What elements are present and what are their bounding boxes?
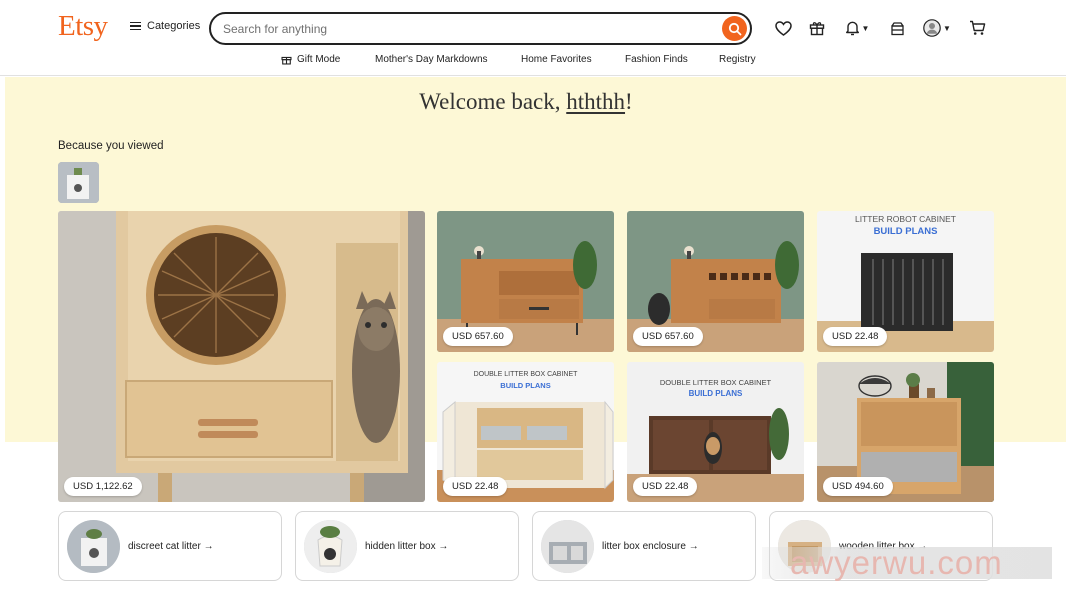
related-search-chip[interactable]: discreet cat litter → (58, 511, 282, 581)
notifications-button[interactable]: ▼ (840, 16, 874, 40)
avatar (923, 19, 941, 37)
cart-icon (969, 20, 985, 35)
welcome-prefix: Welcome back, (419, 89, 567, 114)
welcome-heading: Welcome back, hththh! (0, 89, 1052, 115)
etsy-logo[interactable]: Etsy (58, 10, 108, 43)
listing-card[interactable]: DOUBLE LITTER BOX CABINET BUILD PLANS US… (627, 362, 804, 502)
plan-subtitle: BUILD PLANS (500, 381, 551, 390)
categories-label: Categories (147, 20, 201, 32)
subnav-item-home-favorites[interactable]: Home Favorites (521, 54, 592, 65)
viewed-item-thumbnail[interactable] (58, 162, 99, 203)
chip-image (541, 520, 594, 573)
price-badge: USD 657.60 (633, 327, 703, 346)
chip-label: hidden litter box → (365, 541, 449, 552)
price-badge: USD 657.60 (443, 327, 513, 346)
plan-title: LITTER ROBOT CABINET (855, 214, 956, 224)
price-badge: USD 494.60 (823, 477, 893, 496)
hamburger-icon (130, 21, 141, 31)
listing-card[interactable]: USD 494.60 (817, 362, 994, 502)
search-bar (209, 12, 752, 45)
plan-subtitle: BUILD PLANS (873, 226, 938, 237)
price-badge: USD 1,122.62 (64, 477, 142, 496)
listing-card[interactable]: USD 1,122.62 (58, 211, 425, 502)
page: Etsy Categories Search for anything ▼ ▼ … (0, 0, 1066, 596)
plan-title: DOUBLE LITTER BOX CABINET (473, 371, 578, 378)
listing-image (58, 211, 425, 502)
search-button[interactable] (722, 16, 747, 41)
price-badge: USD 22.48 (633, 477, 698, 496)
heart-icon (774, 20, 792, 36)
listing-card[interactable]: LITTER ROBOT CABINET BUILD PLANS USD 22.… (817, 211, 994, 352)
sub-navigation: Gift Mode Mother's Day Markdowns Home Fa… (0, 52, 1066, 70)
watermark: awyerwu.com (762, 544, 1052, 581)
listing-card[interactable]: DOUBLE LITTER BOX CABINET BUILD PLANS US… (437, 362, 614, 502)
account-button[interactable]: ▼ (920, 16, 954, 40)
subnav-item-fashion-finds[interactable]: Fashion Finds (625, 54, 688, 65)
plan-subtitle: BUILD PLANS (688, 389, 743, 398)
gift-icon (809, 22, 825, 36)
subnav-item-registry[interactable]: Registry (719, 54, 756, 65)
cart-button[interactable] (965, 16, 989, 40)
categories-button[interactable]: Categories (130, 20, 200, 32)
gift-icon (281, 56, 292, 65)
plan-title: DOUBLE LITTER BOX CABINET (659, 378, 772, 387)
registry-icon (890, 21, 904, 35)
related-search-chip[interactable]: hidden litter box → (295, 511, 519, 581)
chip-label: discreet cat litter → (128, 541, 214, 552)
registry-button[interactable] (885, 16, 909, 40)
chevron-down-icon: ▼ (943, 23, 951, 33)
bell-icon (845, 21, 859, 36)
chevron-down-icon: ▼ (861, 23, 870, 33)
search-input[interactable] (223, 20, 703, 38)
because-you-viewed-label: Because you viewed (58, 140, 164, 152)
price-badge: USD 22.48 (823, 327, 888, 346)
username-link[interactable]: hththh (566, 89, 625, 114)
chip-image (304, 520, 357, 573)
price-badge: USD 22.48 (443, 477, 508, 496)
related-search-chip[interactable]: litter box enclosure → (532, 511, 756, 581)
watermark-text: awyerwu.com (790, 545, 1003, 581)
search-icon (728, 22, 741, 35)
listing-card[interactable]: USD 657.60 (437, 211, 614, 352)
listing-card[interactable]: USD 657.60 (627, 211, 804, 352)
chip-image (67, 520, 120, 573)
welcome-suffix: ! (625, 89, 633, 114)
gift-mode-button[interactable] (805, 16, 829, 40)
watermark-graphic: awyerwu.com (762, 544, 1052, 581)
subnav-item-gift-mode[interactable]: Gift Mode (281, 54, 340, 65)
site-header: Etsy Categories Search for anything ▼ ▼ … (0, 0, 1066, 76)
chip-label: litter box enclosure → (602, 541, 699, 552)
subnav-item-mothers-day[interactable]: Mother's Day Markdowns (375, 54, 488, 65)
favorites-button[interactable] (771, 16, 795, 40)
viewed-item-image (58, 162, 99, 203)
subnav-label: Gift Mode (297, 54, 341, 65)
